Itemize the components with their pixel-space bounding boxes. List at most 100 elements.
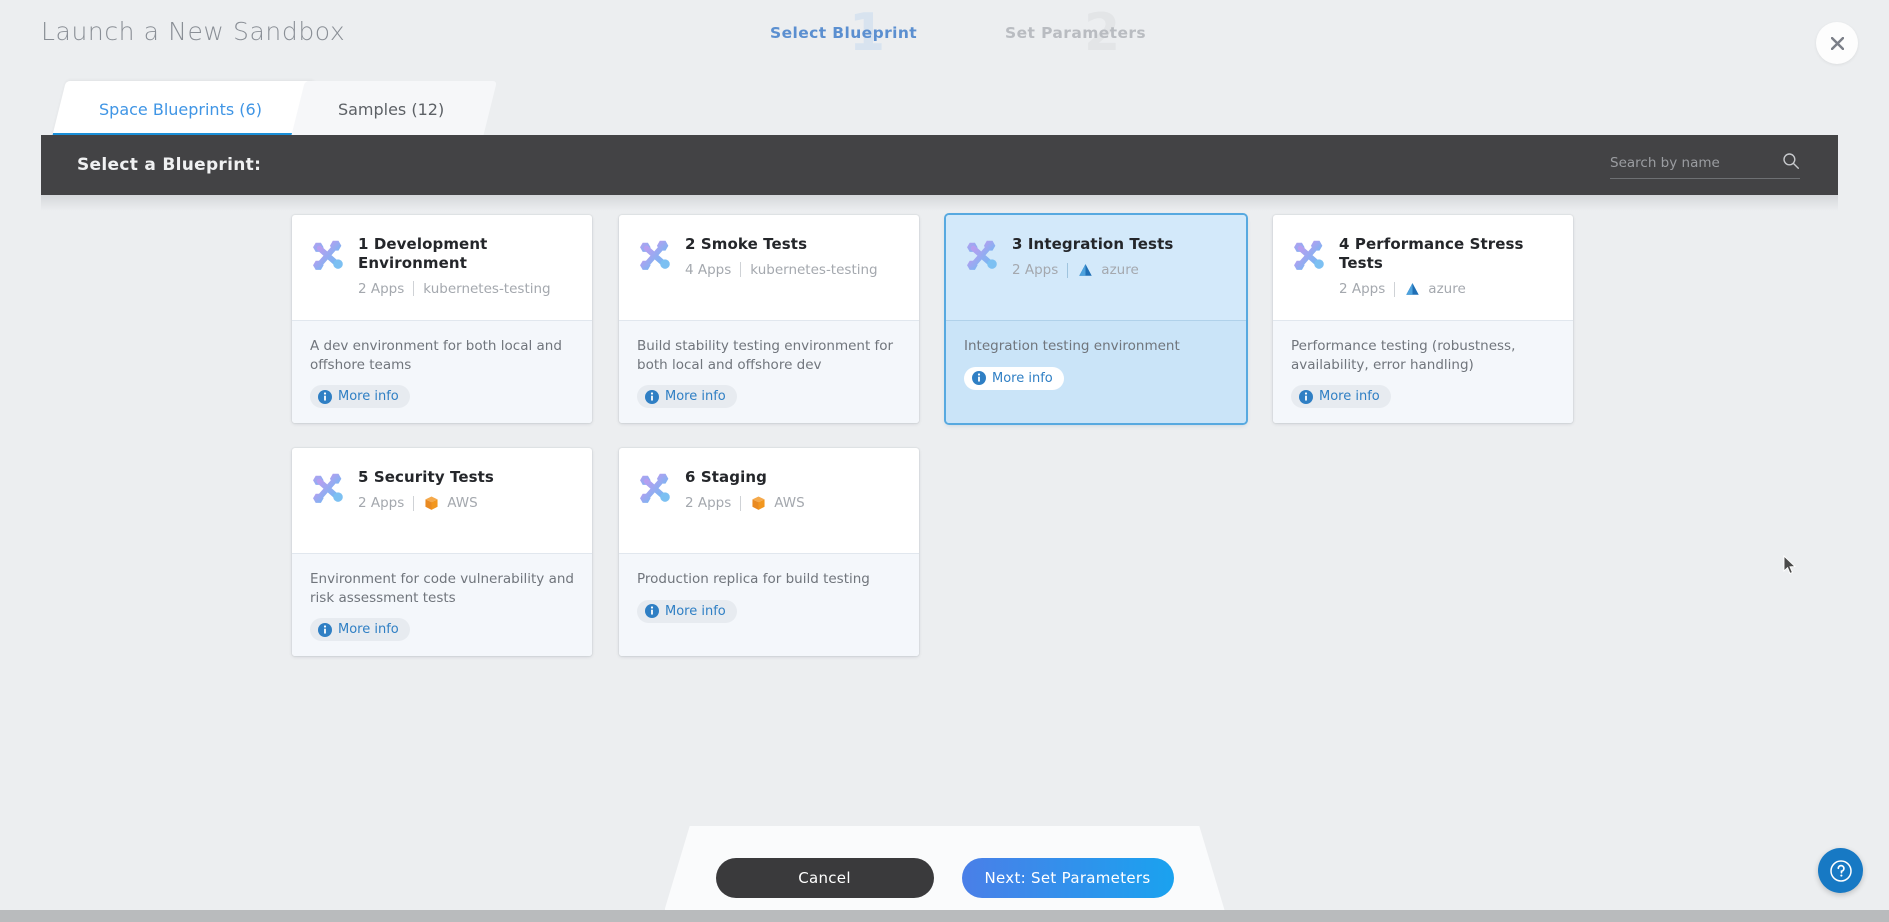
card-header: 6 Staging 2 Apps AWS xyxy=(619,448,919,553)
card-provider: kubernetes-testing xyxy=(750,262,877,278)
card-body: Environment for code vulnerability and r… xyxy=(292,553,592,656)
card-meta: 2 Apps azure xyxy=(1339,281,1555,298)
blueprint-panel: Space Blueprints (6) Samples (12) Select… xyxy=(41,79,1838,211)
card-provider-label: kubernetes-testing xyxy=(423,280,551,297)
azure-icon xyxy=(1079,263,1093,276)
blueprint-card-6-staging[interactable]: 6 Staging 2 Apps AWS Production replica … xyxy=(619,448,919,656)
card-header: 1 Development Environment 2 Apps kuberne… xyxy=(292,215,592,320)
step-select-blueprint[interactable]: 1 Select Blueprint xyxy=(770,3,960,68)
step-set-parameters[interactable]: 2 Set Parameters xyxy=(1005,3,1195,68)
blueprint-grid: 1 Development Environment 2 Apps kuberne… xyxy=(292,215,1582,656)
card-provider: azure xyxy=(1077,262,1139,279)
blueprint-icon xyxy=(1294,240,1324,270)
card-title: 3 Integration Tests xyxy=(1012,235,1174,253)
tab-space-blueprints-label: Space Blueprints (6) xyxy=(99,99,262,119)
card-description: Production replica for build testing xyxy=(637,571,870,587)
search-input[interactable] xyxy=(1610,151,1770,175)
card-header: 4 Performance Stress Tests 2 Apps azure xyxy=(1273,215,1573,320)
question-mark-icon xyxy=(1829,859,1852,882)
dialog-header: Launch a New Sandbox 1 Select Blueprint … xyxy=(0,0,1889,80)
card-body: Performance testing (robustness, availab… xyxy=(1273,320,1573,423)
card-meta: 2 Apps AWS xyxy=(685,495,901,512)
more-info-label: More info xyxy=(1319,389,1380,405)
more-info-button[interactable]: More info xyxy=(1291,385,1391,409)
close-icon xyxy=(1830,36,1844,50)
more-info-button[interactable]: More info xyxy=(310,618,410,642)
card-apps-count: 2 Apps xyxy=(1339,281,1386,297)
card-provider: azure xyxy=(1404,281,1466,298)
info-icon xyxy=(318,389,332,404)
card-title: 2 Smoke Tests xyxy=(685,235,808,253)
card-meta: 4 Apps kubernetes-testing xyxy=(685,262,901,278)
blueprint-card-1-development-environment[interactable]: 1 Development Environment 2 Apps kuberne… xyxy=(292,215,592,423)
tab-samples-label: Samples (12) xyxy=(337,99,445,119)
cancel-button[interactable]: Cancel xyxy=(715,858,934,898)
card-body: Integration testing environment More inf… xyxy=(946,320,1246,423)
card-description: A dev environment for both local and off… xyxy=(310,338,562,373)
card-heading: 1 Development Environment 2 Apps kuberne… xyxy=(358,235,574,320)
mouse-cursor xyxy=(1783,555,1797,574)
card-description: Performance testing (robustness, availab… xyxy=(1291,338,1516,373)
help-button[interactable] xyxy=(1818,848,1863,893)
more-info-button[interactable]: More info xyxy=(637,385,737,409)
info-icon xyxy=(972,371,986,386)
meta-divider xyxy=(1067,262,1069,278)
card-provider-label: kubernetes-testing xyxy=(750,261,878,278)
search-icon[interactable] xyxy=(1782,152,1800,170)
more-info-label: More info xyxy=(992,370,1053,386)
card-title: 4 Performance Stress Tests xyxy=(1339,235,1524,272)
card-provider: AWS xyxy=(423,495,478,512)
card-body: Production replica for build testing Mor… xyxy=(619,553,919,656)
search-box xyxy=(1610,151,1800,179)
card-body: A dev environment for both local and off… xyxy=(292,320,592,423)
meta-divider xyxy=(740,262,742,278)
more-info-button[interactable]: More info xyxy=(964,366,1064,390)
step-1-label: Select Blueprint xyxy=(770,24,918,42)
blueprint-card-3-integration-tests[interactable]: 3 Integration Tests 2 Apps azure Integra… xyxy=(946,215,1246,423)
meta-divider xyxy=(413,281,415,296)
blueprint-icon xyxy=(967,240,997,270)
more-info-label: More info xyxy=(665,389,726,405)
tab-samples[interactable]: Samples (12) xyxy=(290,81,498,137)
card-provider-label: AWS xyxy=(447,495,478,512)
card-body: Build stability testing environment for … xyxy=(619,320,919,423)
azure-icon xyxy=(1406,282,1420,295)
tab-space-blueprints[interactable]: Space Blueprints (6) xyxy=(52,81,315,137)
card-title: 6 Staging xyxy=(685,468,767,486)
card-title: 1 Development Environment xyxy=(358,235,488,272)
meta-divider xyxy=(740,495,742,511)
card-header: 5 Security Tests 2 Apps AWS xyxy=(292,448,592,553)
blueprint-icon xyxy=(313,473,343,503)
info-icon xyxy=(318,622,332,637)
launch-sandbox-dialog: Launch a New Sandbox 1 Select Blueprint … xyxy=(0,0,1889,922)
meta-divider xyxy=(1394,281,1396,297)
info-icon xyxy=(645,389,659,404)
more-info-button[interactable]: More info xyxy=(310,385,410,409)
info-icon xyxy=(1299,389,1313,404)
aws-icon xyxy=(425,496,438,510)
more-info-button[interactable]: More info xyxy=(637,599,737,623)
more-info-label: More info xyxy=(338,622,399,638)
close-button[interactable] xyxy=(1816,22,1858,64)
card-provider: kubernetes-testing xyxy=(423,281,550,297)
blueprint-card-2-smoke-tests[interactable]: 2 Smoke Tests 4 Apps kubernetes-testing … xyxy=(619,215,919,423)
card-heading: 2 Smoke Tests 4 Apps kubernetes-testing xyxy=(685,235,901,320)
card-provider: AWS xyxy=(750,495,805,512)
card-heading: 3 Integration Tests 2 Apps azure xyxy=(1012,235,1228,320)
card-provider-label: azure xyxy=(1428,281,1466,297)
info-icon xyxy=(645,604,659,619)
meta-divider xyxy=(413,495,415,511)
card-description: Build stability testing environment for … xyxy=(637,338,894,373)
card-provider-label: azure xyxy=(1101,262,1139,279)
card-apps-count: 2 Apps xyxy=(358,495,405,512)
card-header: 3 Integration Tests 2 Apps azure xyxy=(946,215,1246,320)
tab-bar: Space Blueprints (6) Samples (12) xyxy=(41,79,1838,137)
footer-actions: Cancel Next: Set Parameters xyxy=(715,858,1174,898)
blueprint-card-4-performance-stress-tests[interactable]: 4 Performance Stress Tests 2 Apps azure xyxy=(1273,215,1573,423)
blueprint-card-5-security-tests[interactable]: 5 Security Tests 2 Apps AWS Environment … xyxy=(292,448,592,656)
card-heading: 6 Staging 2 Apps AWS xyxy=(685,468,901,553)
blueprint-icon xyxy=(313,240,343,270)
card-title: 5 Security Tests xyxy=(358,468,494,486)
next-set-parameters-button[interactable]: Next: Set Parameters xyxy=(961,858,1174,898)
card-heading: 4 Performance Stress Tests 2 Apps azure xyxy=(1339,235,1555,320)
